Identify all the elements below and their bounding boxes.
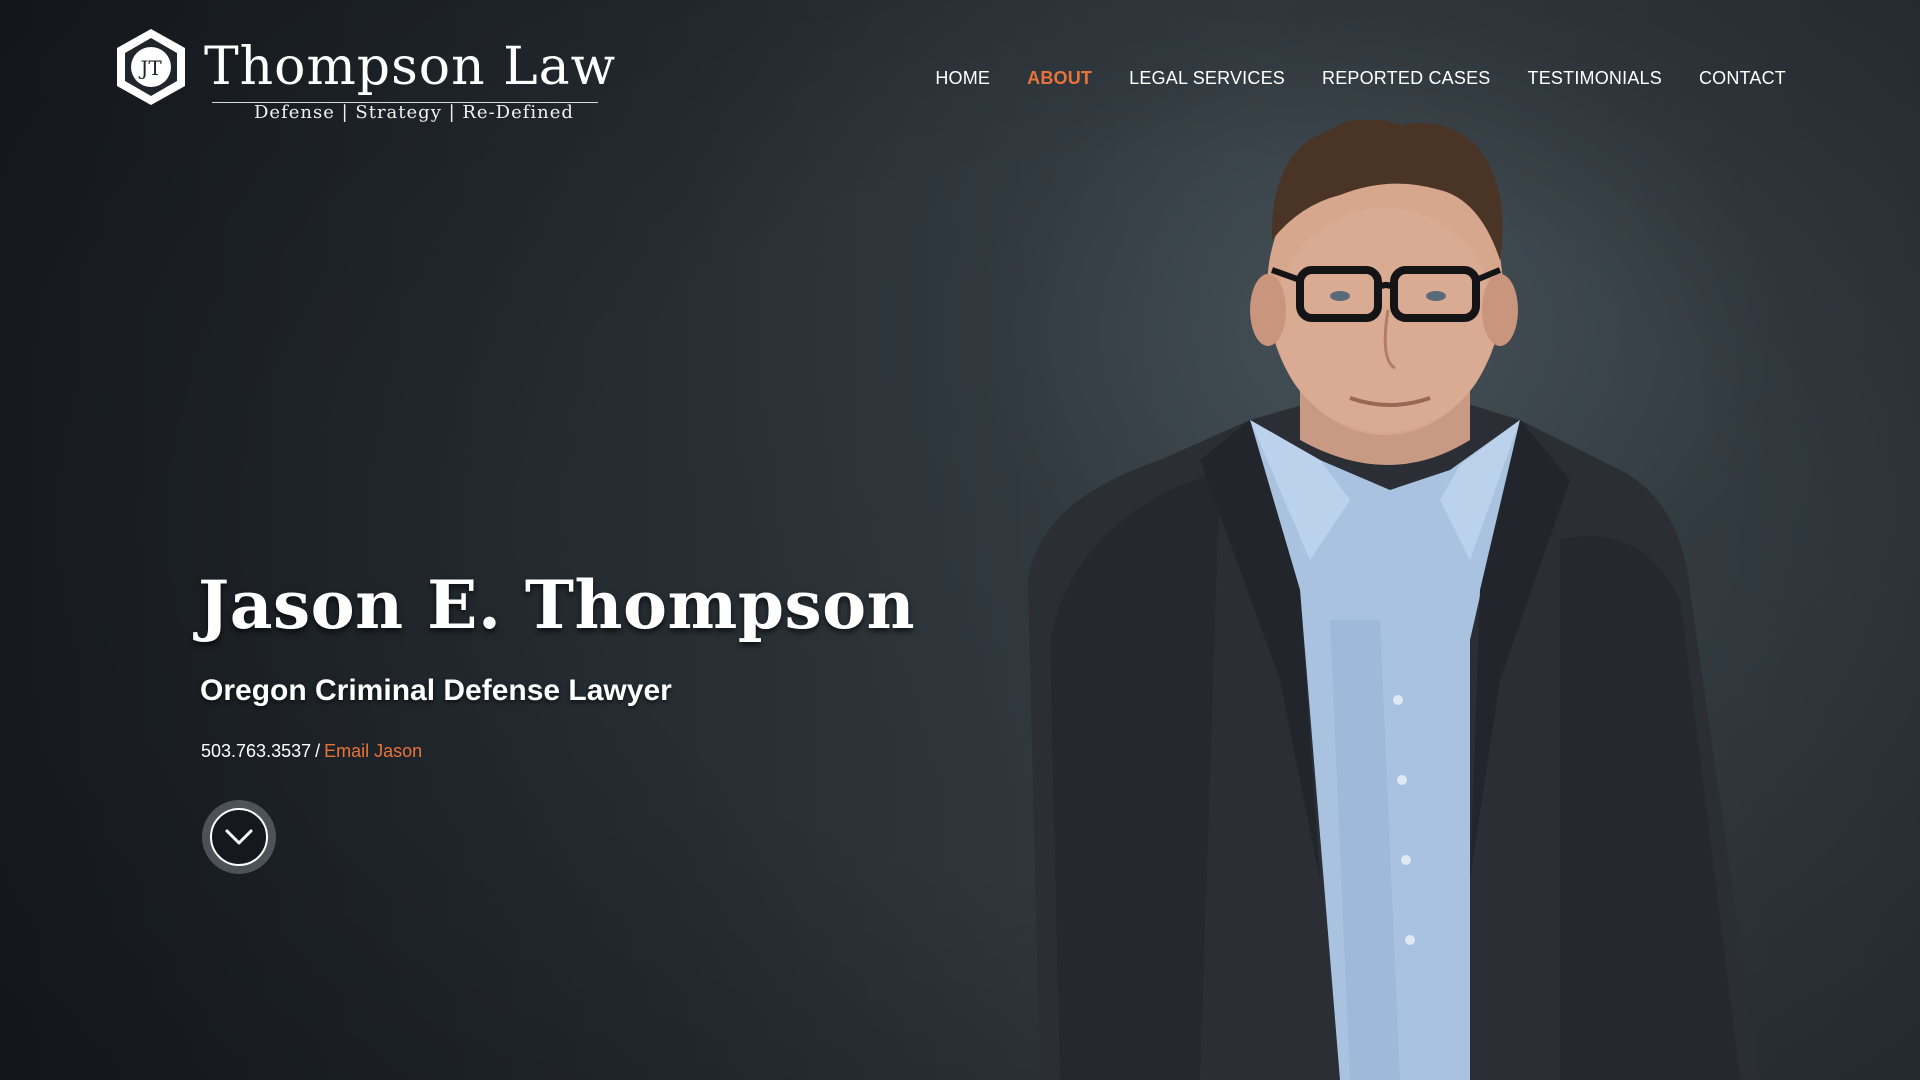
scroll-down-circle xyxy=(210,808,268,866)
nav-about[interactable]: ABOUT xyxy=(1027,68,1092,89)
site-logo[interactable]: JT Thompson Law Defense | Strategy | Re-… xyxy=(114,26,616,123)
nav-contact[interactable]: CONTACT xyxy=(1699,68,1786,89)
page-title: Jason E. Thompson xyxy=(198,566,916,644)
logo-monogram: JT xyxy=(138,56,162,80)
logo-tagline: Defense | Strategy | Re-Defined xyxy=(254,102,574,123)
phone-link[interactable]: 503.763.3537 xyxy=(201,741,311,761)
contact-separator: / xyxy=(315,741,321,761)
nav-reported-cases[interactable]: REPORTED CASES xyxy=(1322,68,1491,89)
hero-section: JT Thompson Law Defense | Strategy | Re-… xyxy=(0,0,1920,1080)
main-nav: HOME ABOUT LEGAL SERVICES REPORTED CASES… xyxy=(935,68,1786,89)
nav-legal-services[interactable]: LEGAL SERVICES xyxy=(1129,68,1285,89)
logo-divider xyxy=(212,102,598,103)
email-link[interactable]: Email Jason xyxy=(324,741,422,761)
scroll-down-button[interactable] xyxy=(202,800,276,874)
monogram-hexagon-icon: JT xyxy=(117,29,185,105)
nav-home[interactable]: HOME xyxy=(935,68,990,89)
portrait-photo xyxy=(1028,120,1760,1080)
nav-testimonials[interactable]: TESTIMONIALS xyxy=(1528,68,1662,89)
logo-name: Thompson Law xyxy=(204,37,617,97)
page-subtitle: Oregon Criminal Defense Lawyer xyxy=(200,674,672,707)
chevron-down-icon xyxy=(225,829,253,845)
contact-line: 503.763.3537/Email Jason xyxy=(201,741,422,762)
